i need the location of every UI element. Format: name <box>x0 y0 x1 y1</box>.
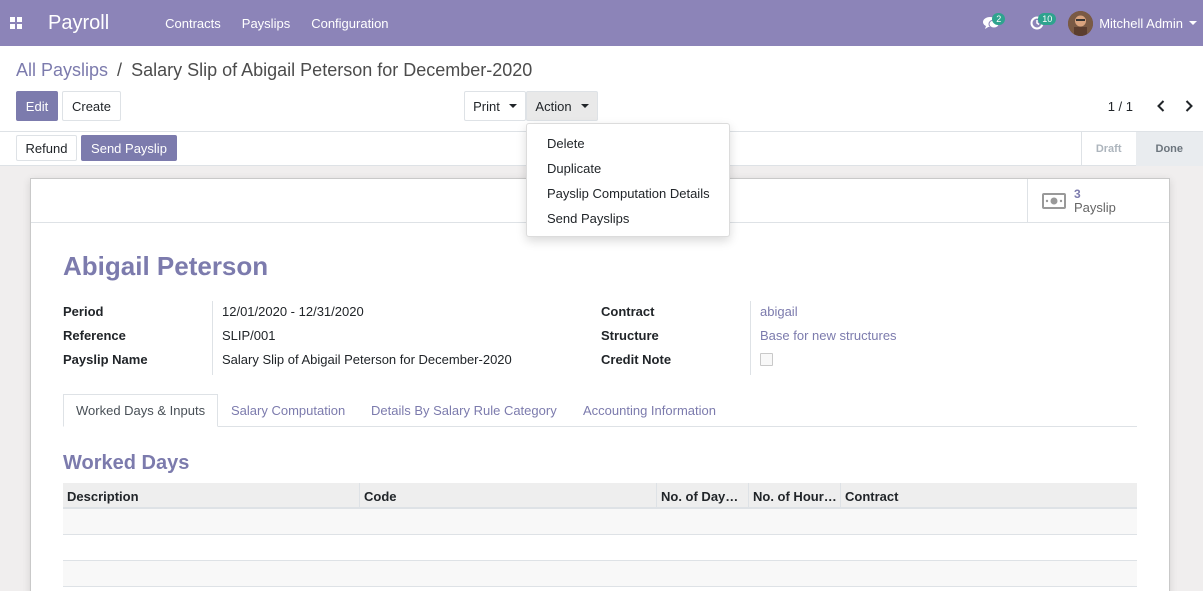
activities-badge: 10 <box>1038 13 1057 25</box>
status-done: Done <box>1135 132 1203 166</box>
messages-button[interactable]: 2 <box>968 0 1014 46</box>
status-steps: Draft Done <box>1080 132 1203 166</box>
chevron-left-icon <box>1157 100 1165 112</box>
menu-payslips[interactable]: Payslips <box>242 16 290 31</box>
table-header: Description Code No. of Day… No. of Hour… <box>63 483 1137 509</box>
period-value: 12/01/2020 - 12/31/2020 <box>222 304 364 319</box>
contract-link[interactable]: abigail <box>760 304 798 319</box>
chevron-right-icon <box>1185 100 1193 112</box>
worked-days-table: Description Code No. of Day… No. of Hour… <box>63 483 1137 587</box>
pager-value[interactable]: 1 / 1 <box>1108 99 1133 114</box>
pager-previous-button[interactable] <box>1147 96 1175 116</box>
column-days[interactable]: No. of Day… <box>657 483 749 509</box>
chevron-down-icon <box>580 104 589 108</box>
pager: 1 / 1 <box>1108 96 1203 116</box>
menu-item-send-payslips[interactable]: Send Payslips <box>527 206 729 231</box>
payslip-name-value: Salary Slip of Abigail Peterson for Dece… <box>222 352 512 367</box>
payslip-stat-button[interactable]: 3 Payslip <box>1027 179 1169 223</box>
menu-item-duplicate[interactable]: Duplicate <box>527 156 729 181</box>
breadcrumb-all-payslips[interactable]: All Payslips <box>16 60 108 80</box>
period-label: Period <box>63 304 104 319</box>
divider <box>212 301 213 375</box>
employee-name[interactable]: Abigail Peterson <box>63 251 268 282</box>
table-row <box>63 561 1137 587</box>
create-button[interactable]: Create <box>62 91 121 121</box>
table-row <box>63 509 1137 535</box>
credit-note-label: Credit Note <box>601 352 672 367</box>
menu-item-delete[interactable]: Delete <box>527 131 729 156</box>
stat-label: Payslip <box>1074 200 1116 215</box>
tab-accounting-information[interactable]: Accounting Information <box>583 394 716 427</box>
column-contract[interactable]: Contract <box>841 483 1137 509</box>
table-row <box>63 535 1137 561</box>
menu-configuration[interactable]: Configuration <box>311 16 388 31</box>
print-button[interactable]: Print <box>464 91 526 121</box>
activities-button[interactable]: 10 <box>1014 0 1060 46</box>
main-menu: Contracts Payslips Configuration <box>165 16 409 31</box>
notebook-tabs: Worked Days & Inputs Salary Computation … <box>63 394 1137 427</box>
edit-button[interactable]: Edit <box>16 91 58 121</box>
status-draft[interactable]: Draft <box>1080 132 1136 166</box>
reference-value: SLIP/001 <box>222 328 276 343</box>
print-label: Print <box>473 98 500 114</box>
money-icon <box>1042 193 1066 209</box>
column-description[interactable]: Description <box>63 483 360 509</box>
tab-details-by-salary-rule-category[interactable]: Details By Salary Rule Category <box>371 394 557 427</box>
action-label: Action <box>535 98 572 114</box>
structure-label: Structure <box>601 328 659 343</box>
send-payslip-button[interactable]: Send Payslip <box>81 135 177 161</box>
chevron-down-icon <box>1189 21 1197 25</box>
divider <box>750 301 751 375</box>
breadcrumb: All Payslips / Salary Slip of Abigail Pe… <box>16 60 532 81</box>
avatar <box>1068 10 1094 36</box>
systray: 2 10 Mitchell Admin <box>968 0 1203 46</box>
menu-contracts[interactable]: Contracts <box>165 16 221 31</box>
section-title: Worked Days <box>63 452 190 474</box>
pager-next-button[interactable] <box>1175 96 1203 116</box>
credit-note-checkbox[interactable] <box>760 353 773 366</box>
stat-value: 3 <box>1074 187 1081 201</box>
apps-grid-icon[interactable] <box>0 0 32 46</box>
control-panel: All Payslips / Salary Slip of Abigail Pe… <box>0 46 1203 132</box>
breadcrumb-current: Salary Slip of Abigail Peterson for Dece… <box>131 60 533 80</box>
user-name: Mitchell Admin <box>1099 15 1183 31</box>
app-name[interactable]: Payroll <box>48 12 109 35</box>
reference-label: Reference <box>63 328 126 343</box>
top-navbar: Payroll Contracts Payslips Configuration… <box>0 0 1203 46</box>
user-menu[interactable]: Mitchell Admin <box>1068 10 1203 36</box>
stat-text: 3 Payslip <box>1074 187 1116 215</box>
column-code[interactable]: Code <box>360 483 657 509</box>
menu-item-payslip-computation-details[interactable]: Payslip Computation Details <box>527 181 729 206</box>
refund-button[interactable]: Refund <box>16 135 77 161</box>
messages-badge: 2 <box>992 13 1006 25</box>
column-hours[interactable]: No. of Hour… <box>749 483 841 509</box>
form-sheet: 3 Payslip Abigail Peterson Period Refere… <box>30 178 1170 591</box>
chevron-down-icon <box>508 104 517 108</box>
breadcrumb-separator: / <box>117 60 123 80</box>
tab-salary-computation[interactable]: Salary Computation <box>231 394 345 427</box>
tab-worked-days-inputs[interactable]: Worked Days & Inputs <box>63 394 219 427</box>
structure-link[interactable]: Base for new structures <box>760 328 897 343</box>
action-dropdown-menu: Delete Duplicate Payslip Computation Det… <box>526 123 730 237</box>
contract-label: Contract <box>601 304 655 319</box>
payslip-name-label: Payslip Name <box>63 352 148 367</box>
action-button[interactable]: Action <box>526 91 598 121</box>
